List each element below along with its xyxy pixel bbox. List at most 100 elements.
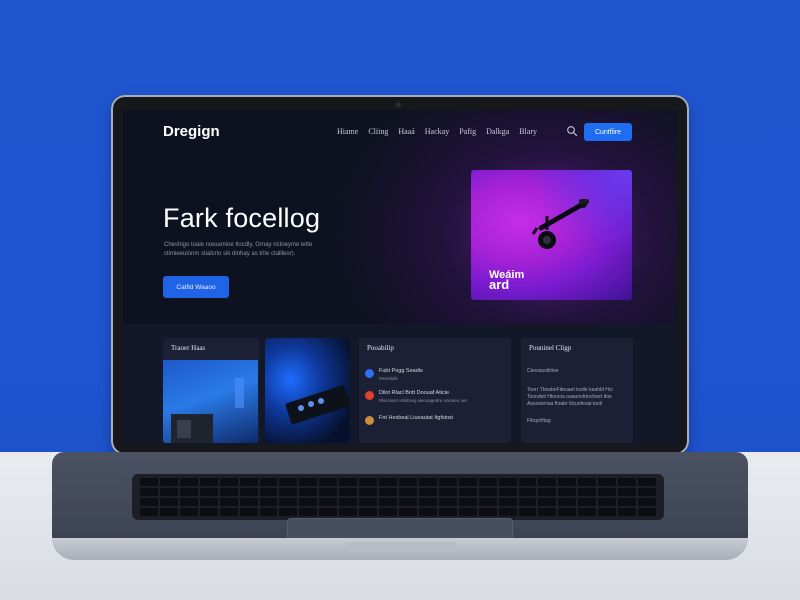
key (458, 508, 477, 516)
hero-title: Fark focellog (163, 203, 321, 233)
key (418, 508, 437, 516)
item-icon (365, 391, 374, 400)
key (140, 478, 158, 486)
hero-subtitle: Cheshigo toale rxeoamioe tlocdly, Grnay … (164, 242, 313, 257)
nav-item-2[interactable]: Cliing (368, 127, 388, 136)
key (140, 488, 158, 496)
key (618, 478, 637, 486)
keyboard-keys (140, 478, 656, 516)
key (478, 488, 497, 496)
key (638, 498, 656, 506)
key (199, 498, 218, 506)
key (319, 478, 338, 486)
nav-item-6[interactable]: Dalkga (486, 127, 509, 136)
key (558, 508, 577, 516)
key (219, 488, 238, 496)
key (199, 478, 218, 486)
site-logo[interactable]: Dregign (163, 123, 220, 140)
nav-item-3[interactable]: Haaá (398, 127, 414, 136)
key (638, 478, 656, 486)
key (359, 478, 378, 486)
key (140, 508, 158, 516)
key (299, 488, 318, 496)
key (379, 508, 397, 516)
key (618, 498, 637, 506)
hero-image-caption: Weáim ard (489, 270, 524, 292)
card-middle: Pooabilip Fubt Pogg Seadis Petretidle Di… (359, 338, 511, 443)
key (299, 498, 318, 506)
key (478, 508, 497, 516)
key (279, 478, 298, 486)
list-item[interactable]: Fubt Pogg Seadis Petretidle (365, 368, 423, 381)
key (339, 498, 358, 506)
nav-item-4[interactable]: Hackay (425, 127, 449, 136)
key (498, 508, 517, 516)
key (598, 478, 617, 486)
card-middle-title: Pooabilip (367, 344, 394, 352)
key (538, 488, 557, 496)
key (598, 488, 617, 496)
key (219, 508, 238, 516)
key (179, 498, 198, 506)
key (259, 478, 278, 486)
hero-image: Weáim ard (471, 170, 632, 300)
card-right-line: Tooodeti Htorsoa oaaunolrtocheet Itoe (527, 394, 612, 400)
key (518, 488, 537, 496)
item-icon (365, 416, 374, 425)
key (558, 498, 577, 506)
key (319, 498, 338, 506)
key (418, 478, 437, 486)
key (518, 508, 537, 516)
key (438, 508, 457, 516)
key (219, 478, 238, 486)
key (558, 478, 577, 486)
key (299, 478, 318, 486)
key (498, 498, 517, 506)
key (140, 498, 158, 506)
key (598, 498, 617, 506)
lid-notch (346, 542, 456, 552)
card-left[interactable]: Traoer Haas (163, 338, 259, 443)
key (458, 478, 477, 486)
key (159, 498, 178, 506)
key (159, 478, 178, 486)
key (179, 488, 198, 496)
search-icon[interactable] (566, 124, 578, 137)
card-right-title: Pouninel Cligp (529, 344, 572, 352)
nav-item-7[interactable]: Blary (519, 127, 537, 136)
key (578, 488, 597, 496)
list-item[interactable]: Fnt Hexbeal Liuoautat Itgfsiosi (365, 415, 453, 425)
key (458, 498, 477, 506)
key (259, 508, 278, 516)
hero-cta-button[interactable]: Catfid Waaoo (163, 276, 229, 298)
key (638, 488, 656, 496)
key (618, 488, 637, 496)
key (359, 488, 378, 496)
key (578, 478, 597, 486)
key (379, 488, 397, 496)
key (199, 508, 218, 516)
header-cta-button[interactable]: Cuntfiire (584, 123, 632, 141)
key (498, 488, 517, 496)
hero-image-caption-line2: ard (489, 277, 510, 292)
key (398, 478, 417, 486)
key (279, 488, 298, 496)
main-nav: Hiame Cliing Haaá Hackay Pafig Dalkga Bl… (337, 127, 537, 136)
key (538, 498, 557, 506)
list-item[interactable]: Dilot Rlacl Bntt Doouaf Aticie Rlacolent… (365, 390, 467, 403)
key (398, 498, 417, 506)
card-right: Pouninel Cligp Cteosiaotiitioe Toerr Tbe… (521, 338, 633, 443)
key (438, 478, 457, 486)
nav-item-1[interactable]: Hiame (337, 127, 358, 136)
laptop-screen: Dregign Hiame Cliing Haaá Hackay Pafig D… (123, 110, 677, 445)
key (239, 488, 258, 496)
nav-item-5[interactable]: Pafig (459, 127, 476, 136)
list-item-title: Fubt Pogg Seadis (379, 368, 423, 374)
card-right-link[interactable]: Fibqorlftag (527, 418, 551, 425)
key (638, 508, 656, 516)
card-right-line: Aosooieriaa ftoabr Iilcuofeoai tooil (527, 401, 603, 407)
key (239, 478, 258, 486)
key (418, 498, 437, 506)
key (339, 508, 358, 516)
card-middle-image[interactable] (265, 338, 351, 443)
